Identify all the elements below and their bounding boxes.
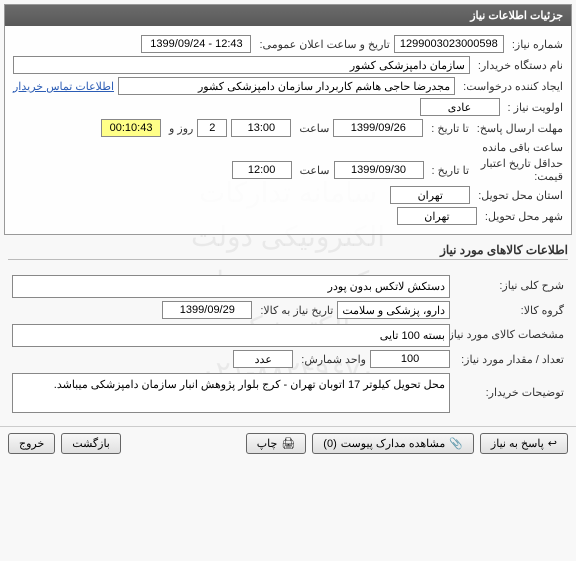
notes-label: توضیحات خریدار: [454, 386, 564, 399]
buyer-field: سازمان دامپزشکی کشور [13, 56, 470, 74]
view-docs-button[interactable]: 📎 مشاهده مدارک پیوست (0) [312, 433, 474, 454]
priority-label: اولویت نیاز : [504, 101, 563, 114]
buyer-label: نام دستگاه خریدار: [474, 59, 563, 72]
creator-field: مجدرضا حاجی هاشم کاربردار سازمان دامپزشک… [118, 77, 455, 95]
need-date-field: 1399/09/29 [162, 301, 252, 319]
qty-label: تعداد / مقدار مورد نیاز: [454, 353, 564, 366]
attachment-icon: 📎 [449, 437, 463, 450]
to-date2-label: تا تاریخ : [428, 164, 469, 177]
spec-field: بسته 100 تایی [12, 324, 450, 347]
print-icon: 🖨 [281, 437, 295, 450]
unit-label: واحد شمارش: [297, 353, 366, 366]
time-label-2: ساعت [296, 164, 330, 177]
footer-actions: ↩ پاسخ به نیاز 📎 مشاهده مدارک پیوست (0) … [0, 426, 576, 460]
back-button[interactable]: بازگشت [61, 433, 121, 454]
min-credit-label: حداقل تاریخ اعتبار قیمت: [473, 157, 563, 183]
desc-label: شرح کلی نیاز: [454, 279, 564, 292]
deadline-label: مهلت ارسال پاسخ: [473, 122, 563, 135]
group-label: گروه کالا: [454, 304, 564, 317]
need-date-label: تاریخ نیاز به کالا: [256, 304, 333, 317]
reply-icon: ↩ [548, 437, 557, 450]
qty-field: 100 [370, 350, 450, 368]
credit-date-field: 1399/09/30 [334, 161, 424, 179]
desc-field: دستکش لاتکس بدون پودر [12, 275, 450, 298]
notes-field: محل تحویل کیلوتر 17 اتوبان تهران - کرج ب… [12, 373, 450, 413]
province-field: تهران [390, 186, 470, 204]
spec-label: مشخصات کالای مورد نیاز: [454, 328, 564, 341]
days-field: 2 [197, 119, 227, 137]
priority-field: عادی [420, 98, 500, 116]
creator-label: ایجاد کننده درخواست: [459, 80, 563, 93]
remain-label: ساعت باقی مانده [478, 141, 563, 154]
req-no-label: شماره نیاز: [508, 38, 563, 51]
remaining-time-field: 00:10:43 [101, 119, 161, 137]
respond-button[interactable]: ↩ پاسخ به نیاز [480, 433, 568, 454]
announce-field: 12:43 - 1399/09/24 [141, 35, 251, 53]
goods-info-panel: شرح کلی نیاز: دستکش لاتکس بدون پودر گروه… [4, 264, 572, 422]
city-label: شهر محل تحویل: [481, 210, 563, 223]
city-field: تهران [397, 207, 477, 225]
unit-field: عدد [233, 350, 293, 368]
deadline-date-field: 1399/09/26 [333, 119, 423, 137]
need-details-header: جزئیات اطلاعات نیاز [5, 5, 571, 26]
group-field: دارو، پزشکی و سلامت [337, 301, 450, 319]
to-date-label: تا تاریخ : [427, 122, 468, 135]
province-label: استان محل تحویل: [474, 189, 563, 202]
days-label: روز و [165, 122, 193, 135]
contact-link[interactable]: اطلاعات تماس خریدار [13, 80, 114, 93]
deadline-time-field: 13:00 [231, 119, 291, 137]
credit-time-field: 12:00 [232, 161, 292, 179]
exit-button[interactable]: خروج [8, 433, 55, 454]
print-button[interactable]: 🖨 چاپ [246, 433, 306, 454]
need-details-panel: جزئیات اطلاعات نیاز شماره نیاز: 12990030… [4, 4, 572, 235]
divider [8, 259, 568, 260]
goods-info-title: اطلاعات کالاهای مورد نیاز [8, 243, 568, 257]
announce-label: تاریخ و ساعت اعلان عمومی: [255, 38, 389, 51]
req-no-field: 1299003023000598 [394, 35, 504, 53]
time-label-1: ساعت [295, 122, 329, 135]
